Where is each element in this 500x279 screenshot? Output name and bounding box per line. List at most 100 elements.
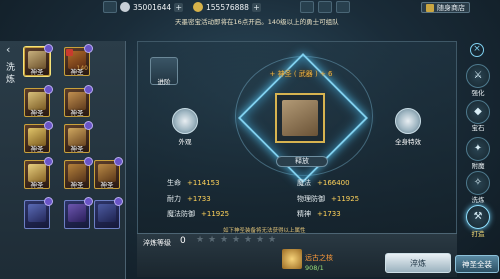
panel-title: 洗炼 bbox=[6, 63, 16, 85]
shop-label: 随身商店 bbox=[437, 3, 465, 12]
equipment-slot[interactable]: 神圣 bbox=[24, 44, 53, 76]
rank-badge bbox=[44, 121, 53, 130]
fullbody-effect-label: 全身特效 bbox=[395, 138, 421, 146]
mail-icon[interactable] bbox=[300, 1, 314, 13]
rank-badge bbox=[84, 85, 93, 94]
equipment-slot[interactable]: 神圣 bbox=[94, 157, 123, 189]
equipment-slot[interactable]: 神圣 bbox=[64, 121, 93, 153]
stat-mp: 魔法 +166400 bbox=[297, 178, 350, 188]
add-currency2-button[interactable]: + bbox=[251, 2, 261, 12]
tab-enhance[interactable]: ⚔ bbox=[466, 64, 490, 88]
full-set-button[interactable]: 神圣全装 bbox=[455, 255, 499, 273]
equipment-slot[interactable] bbox=[64, 197, 93, 229]
item-label: 神圣 bbox=[30, 109, 44, 117]
shop-icon bbox=[426, 3, 434, 12]
rank-badge bbox=[114, 197, 123, 206]
tab-forge[interactable]: ⚒ bbox=[466, 205, 490, 229]
release-button[interactable]: 释放 bbox=[276, 156, 328, 167]
stat-phys-def: 物理防御 +11925 bbox=[297, 194, 359, 204]
tab-refine[interactable]: ✧ bbox=[466, 171, 490, 195]
stat-name: 耐力 bbox=[167, 195, 181, 203]
fullbody-effect-button[interactable] bbox=[395, 108, 421, 134]
equipment-slot[interactable]: 神圣 bbox=[64, 85, 93, 117]
equipment-slot[interactable] bbox=[94, 197, 123, 229]
equipment-slot[interactable]: 神圣 bbox=[24, 157, 53, 189]
stat-value: +1733 bbox=[317, 210, 341, 218]
rank-badge bbox=[44, 44, 53, 53]
quality-tag bbox=[66, 49, 73, 56]
star-icon: ★ bbox=[220, 235, 229, 245]
star-icon: ★ bbox=[208, 235, 217, 245]
item-label: 神圣 bbox=[70, 109, 84, 117]
core-count: 908/1 bbox=[305, 264, 324, 272]
stat-spirit: 精神 +1733 bbox=[297, 209, 341, 219]
item-label: 神圣 bbox=[70, 181, 84, 189]
item-icon bbox=[28, 204, 46, 222]
tab-forge-label: 打造 bbox=[471, 230, 485, 238]
tab-refine-label: 洗炼 bbox=[471, 196, 485, 204]
refine-level-label: 淬炼等级 bbox=[143, 239, 171, 247]
rank-badge bbox=[84, 121, 93, 130]
core-name: 远古之核 bbox=[305, 254, 333, 262]
rank-badge bbox=[44, 85, 53, 94]
appearance-label: 外观 bbox=[178, 138, 192, 146]
ancient-core-icon[interactable] bbox=[282, 249, 302, 269]
equipment-slot[interactable]: 神圣 bbox=[24, 85, 53, 117]
stat-name: 生命 bbox=[167, 179, 181, 187]
stat-name: 魔法防御 bbox=[167, 210, 195, 218]
currency1-display: 35001644 + bbox=[120, 1, 184, 13]
item-label: 神圣 bbox=[30, 145, 44, 153]
star-icon: ★ bbox=[268, 235, 277, 245]
refine-icon: ✧ bbox=[473, 177, 483, 188]
star-icon: ★ bbox=[232, 235, 241, 245]
weapon-icon bbox=[282, 100, 318, 136]
item-icon bbox=[98, 204, 116, 222]
item-label: 神圣 bbox=[30, 181, 44, 189]
equipment-slot[interactable]: 140 神圣 bbox=[64, 44, 93, 76]
announcement-marquee: 天墨密宝活动即将在16点开启。140级以上的勇士可组队 bbox=[175, 18, 339, 26]
hammer-icon: ⚒ bbox=[473, 211, 483, 222]
stat-hp: 生命 +114153 bbox=[167, 178, 220, 188]
stat-value: +114153 bbox=[187, 179, 220, 187]
rank-badge bbox=[84, 157, 93, 166]
stat-value: +11925 bbox=[331, 195, 360, 203]
back-arrow-icon[interactable]: ‹ bbox=[6, 44, 20, 56]
chat-icon[interactable] bbox=[336, 1, 350, 13]
rank-badge bbox=[44, 197, 53, 206]
shop-button[interactable]: 随身商店 bbox=[421, 2, 470, 13]
item-label: 神圣 bbox=[70, 68, 84, 76]
stat-name: 精神 bbox=[297, 210, 311, 218]
gem-icon: ◆ bbox=[474, 106, 482, 117]
appearance-button[interactable] bbox=[172, 108, 198, 134]
item-title: + 神圣 ( 武器 ) + 6 bbox=[269, 70, 333, 78]
stat-value: +11925 bbox=[201, 210, 230, 218]
silver-coin-icon bbox=[120, 2, 130, 12]
item-icon bbox=[68, 204, 86, 222]
rank-badge bbox=[84, 197, 93, 206]
close-icon[interactable]: × bbox=[470, 43, 484, 57]
equipment-slot[interactable]: 神圣 bbox=[64, 157, 93, 189]
tab-enchant-label: 附魔 bbox=[471, 162, 485, 170]
currency1-value: 35001644 bbox=[133, 2, 172, 12]
settings-icon[interactable] bbox=[103, 1, 117, 13]
game-screen: 35001644 + 155576888 + 随身商店 天墨密宝活动即将在16点… bbox=[0, 0, 500, 279]
tab-enhance-label: 强化 bbox=[471, 89, 485, 97]
tab-gem[interactable]: ◆ bbox=[466, 100, 490, 124]
star-icon: ★ bbox=[196, 235, 205, 245]
star-icon: ★ bbox=[244, 235, 253, 245]
sword-icon: ⚔ bbox=[473, 70, 483, 81]
release-label: 释放 bbox=[295, 157, 309, 165]
currency2-value: 155576888 bbox=[206, 2, 249, 12]
tab-enchant[interactable]: ✦ bbox=[466, 137, 490, 161]
refine-button[interactable]: 淬炼 bbox=[385, 253, 451, 273]
rank-badge bbox=[114, 157, 123, 166]
friends-icon[interactable] bbox=[318, 1, 332, 13]
enchant-icon: ✦ bbox=[473, 143, 483, 154]
selected-item-frame[interactable] bbox=[275, 93, 325, 143]
equipment-slot[interactable]: 神圣 bbox=[24, 121, 53, 153]
gold-coin-icon bbox=[193, 2, 203, 12]
stat-name: 物理防御 bbox=[297, 195, 325, 203]
tab-gem-label: 宝石 bbox=[471, 124, 485, 132]
add-currency1-button[interactable]: + bbox=[174, 2, 184, 12]
equipment-slot[interactable] bbox=[24, 197, 53, 229]
